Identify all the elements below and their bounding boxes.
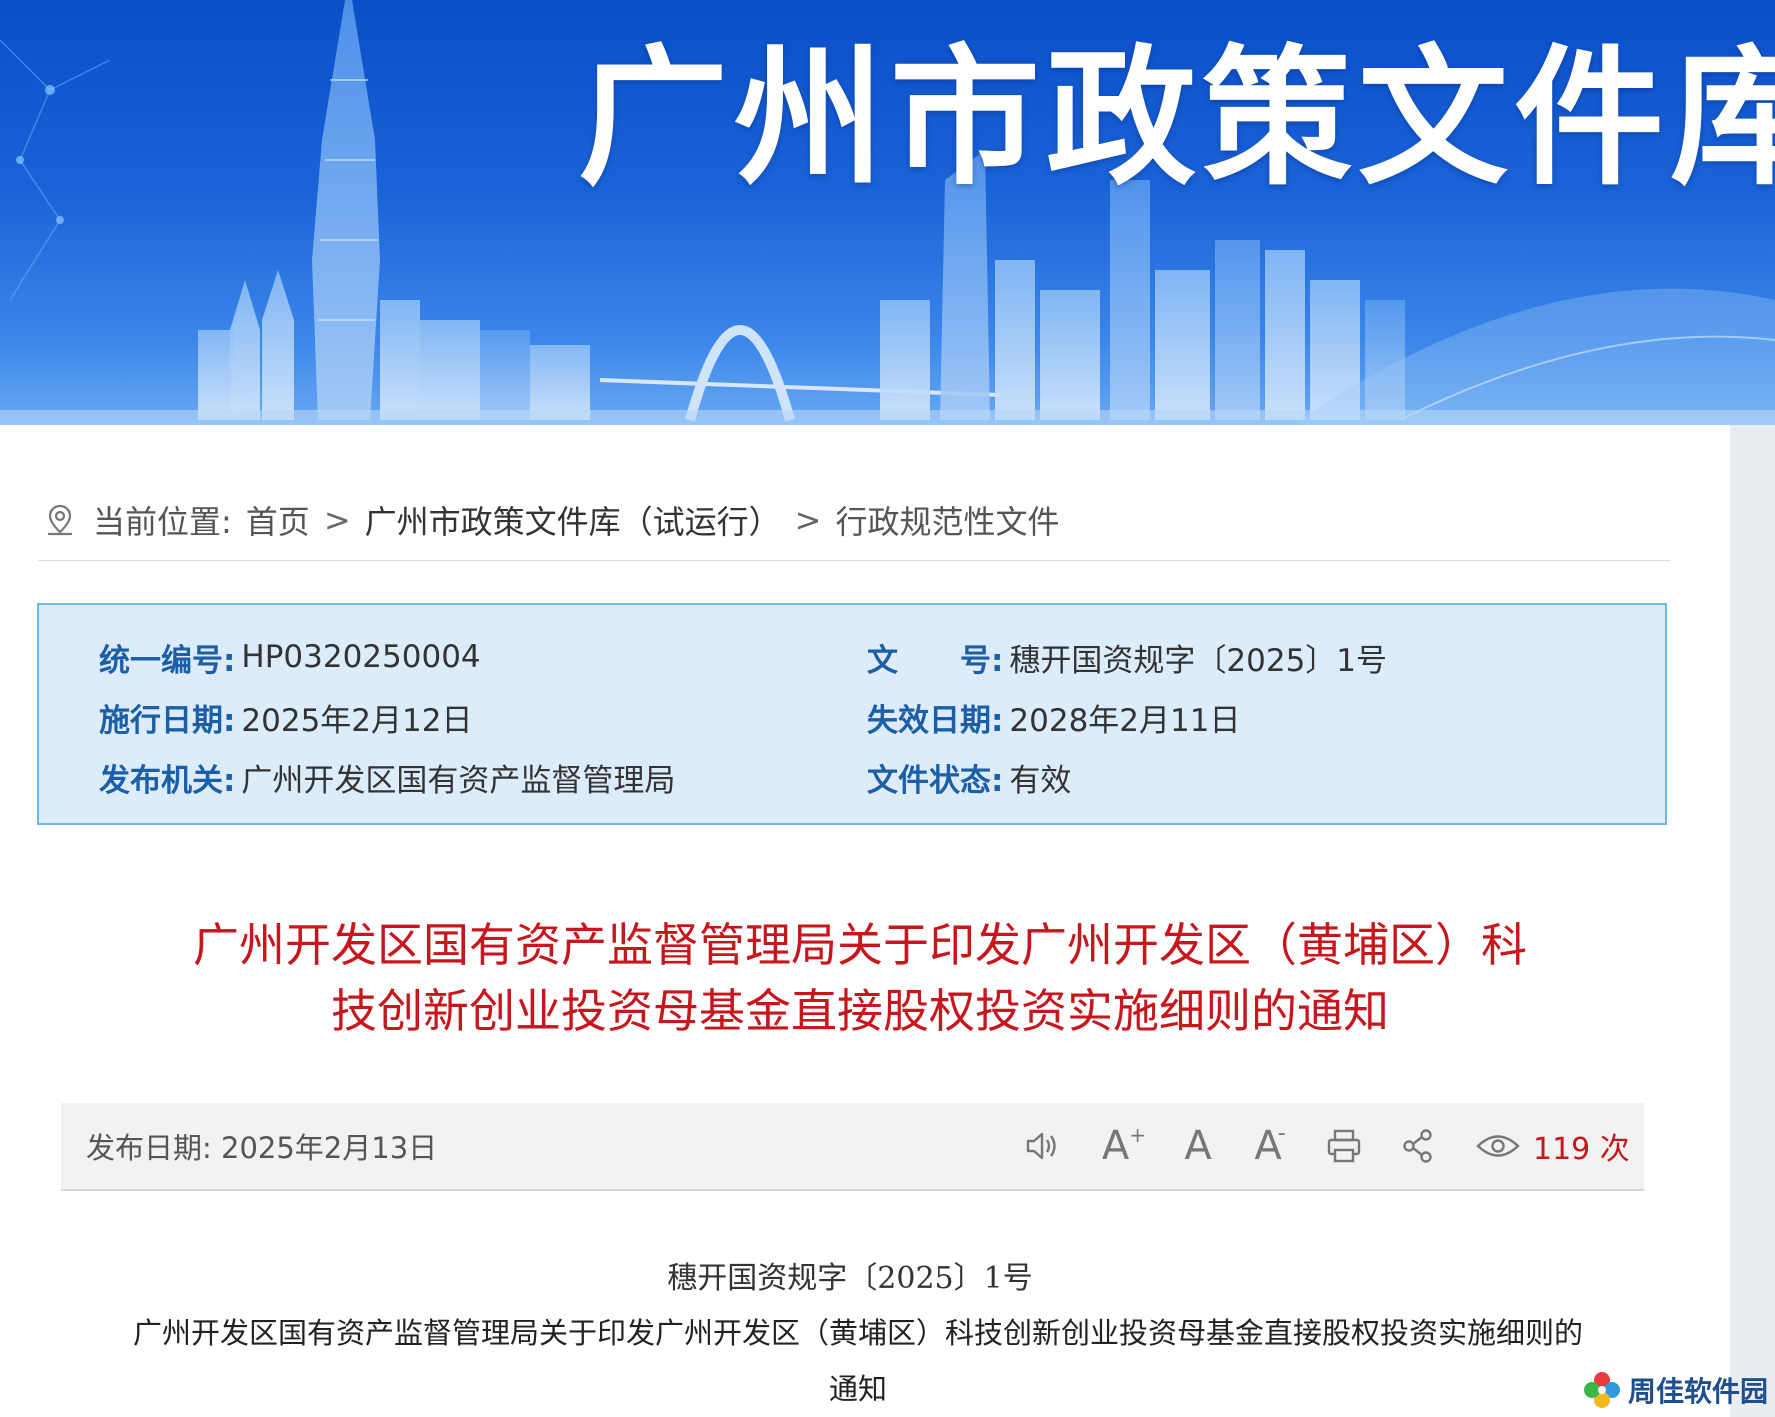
pinwheel-logo-icon [1584,1372,1620,1408]
status-label: 文件状态: [867,762,1004,799]
document-title-line-1: 广州开发区国有资产监督管理局关于印发广州开发区（黄埔区）科 [193,918,1527,972]
publish-date: 发布日期: 2025年2月13日 [86,1131,438,1165]
speaker-icon [1026,1132,1056,1160]
effective-date-label: 施行日期: [99,702,236,739]
view-count: 119 次 [1475,1123,1630,1169]
expiry-date-row: 失效日期: 2028年2月11日 [867,695,1240,739]
body-heading: 广州开发区国有资产监督管理局关于印发广州开发区（黄埔区）科技创新创业投资母基金直… [38,1305,1678,1417]
document-title-line-2: 技创新创业投资母基金直接股权投资实施细则的通知 [331,984,1389,1038]
breadcrumb-home-link[interactable]: 首页 [246,497,310,543]
document-number-label: 文 号: [867,642,1004,679]
document-metadata-panel: 统一编号: HP0320250004 文 号: 穗开国资规字〔2025〕1号 施… [37,603,1667,825]
font-default-button[interactable]: A [1175,1123,1221,1169]
expiry-date-label: 失效日期: [867,702,1004,739]
printer-icon [1327,1129,1361,1163]
unified-number-value: HP0320250004 [241,639,481,675]
font-decrease-button[interactable]: A - [1247,1120,1293,1170]
banner: 广州市政策文件库 [0,0,1775,425]
watermark-text: 周佳软件园 [1628,1375,1769,1408]
issuer-label: 发布机关: [99,762,236,799]
document-number-value: 穗开国资规字〔2025〕1号 [1009,642,1388,679]
minus-superscript: - [1277,1120,1286,1146]
breadcrumb-separator: > [794,501,822,539]
unified-number-row: 统一编号: HP0320250004 [99,635,481,679]
body-heading-line-1: 广州开发区国有资产监督管理局关于印发广州开发区（黄埔区）科技创新创业投资母基金直… [132,1316,1583,1350]
print-button[interactable] [1321,1123,1367,1169]
status-value: 有效 [1009,762,1072,799]
breadcrumb-category-link[interactable]: 行政规范性文件 [835,497,1059,543]
article-toolbar: 发布日期: 2025年2月13日 A + A A - 119 次 [61,1103,1644,1191]
breadcrumb: 当前位置: 首页 > 广州市政策文件库（试运行） > 行政规范性文件 [45,498,1059,542]
issuer-row: 发布机关: 广州开发区国有资产监督管理局 [99,755,675,799]
breadcrumb-policy-library-link[interactable]: 广州市政策文件库（试运行） [365,497,781,543]
document-number-row: 文 号: 穗开国资规字〔2025〕1号 [867,635,1387,679]
document-title: 广州开发区国有资产监督管理局关于印发广州开发区（黄埔区）科 技创新创业投资母基金… [120,912,1600,1044]
site-watermark: 周佳软件园 [1582,1370,1768,1410]
banner-title: 广州市政策文件库 [578,30,1775,206]
unified-number-label: 统一编号: [99,642,236,679]
breadcrumb-separator: > [323,501,351,539]
font-increase-icon: A [1101,1123,1130,1169]
plus-superscript: + [1129,1123,1147,1147]
breadcrumb-divider [38,560,1670,561]
expiry-date-value: 2028年2月11日 [1009,702,1241,739]
font-default-icon: A [1184,1123,1212,1169]
share-button[interactable] [1395,1123,1441,1169]
effective-date-row: 施行日期: 2025年2月12日 [99,695,472,739]
effective-date-value: 2025年2月12日 [241,702,473,739]
page-scroll-gutter [1730,425,1775,1417]
body-heading-line-2: 通知 [828,1372,887,1406]
font-increase-button[interactable]: A + [1101,1123,1147,1169]
eye-icon [1476,1135,1520,1157]
view-count-value: 119 次 [1533,1132,1630,1167]
status-row: 文件状态: 有效 [867,755,1071,799]
body-document-number: 穗开国资规字〔2025〕1号 [667,1261,1033,1296]
location-pin-icon [48,504,72,536]
breadcrumb-prefix: 当前位置: [93,503,232,541]
share-icon [1403,1129,1432,1163]
read-aloud-button[interactable] [1019,1123,1065,1169]
issuer-value: 广州开发区国有资产监督管理局 [241,762,676,799]
